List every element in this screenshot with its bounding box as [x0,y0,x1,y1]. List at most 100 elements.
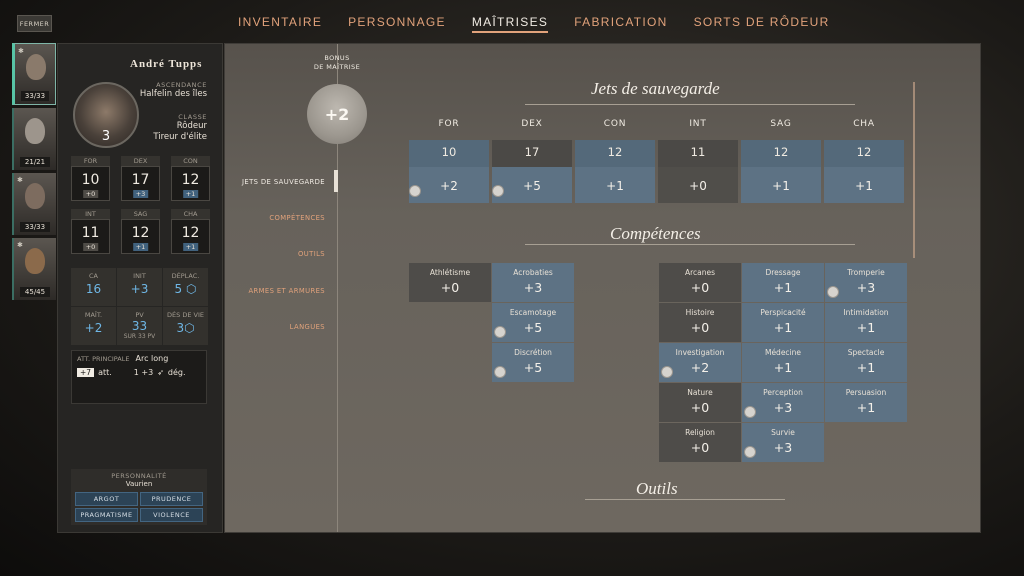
skill-name: Perception [763,388,803,397]
title-rule [525,104,855,105]
skill-religion[interactable]: Religion +0 [659,423,741,462]
main-attack[interactable]: ATT. PRINCIPALE Arc long +7 att. 1 +3 ➶ d… [71,350,207,404]
ability-score: 12 [181,172,200,188]
tab-personnage[interactable]: PERSONNAGE [335,0,459,42]
stat-init: INIT +3 [117,268,162,306]
skill-arcanes[interactable]: Arcanes +0 [659,263,741,302]
ability-mod: +1 [182,243,199,251]
proficiency-icon [409,185,421,197]
skill-name: Nature [687,388,713,397]
save-score: 17 [492,140,572,167]
section-languages[interactable]: LANGUES [290,323,325,331]
skill-escamotage[interactable]: Escamotage +5 [492,303,574,342]
save-mod: +5 [523,179,541,193]
party-portrait[interactable]: 21/21 [12,108,56,170]
skill-dressage[interactable]: Dressage +1 [742,263,824,302]
attack-label: ATT. PRINCIPALE [77,355,130,363]
stat-value: 3 [176,321,185,335]
skill-medecine[interactable]: Médecine +1 [742,343,824,382]
ability-scores: FOR 10 +0 DEX 17 +3 CON 12 +1 INT 11 +0 SAG … [71,156,211,254]
skill-perception[interactable]: Perception +3 [742,383,824,422]
personality-tag: VIOLENCE [140,508,203,522]
ability-label: CON [171,156,210,166]
ancestry-block: ASCENDANCE Halfelin des îles [140,81,207,100]
skill-value: +3 [523,280,543,295]
save-cha[interactable]: CHA 12 +1 [824,119,904,203]
skill-tromperie[interactable]: Tromperie +3 [825,263,907,302]
skill-name: Discrétion [514,348,552,357]
ability-score: 12 [181,225,200,241]
inspiration-icon: ✱ [17,241,23,249]
character-panel: André Tupps 3 ASCENDANCE Halfelin des îl… [57,43,223,533]
portrait-face [25,248,45,274]
stat-sub: SUR 33 PV [123,333,156,340]
section-tools[interactable]: OUTILS [298,250,325,258]
section-weapons[interactable]: ARMES ET ARMURES [248,287,325,295]
stat-ca: CA 16 [71,268,116,306]
stat-value: 33 [131,319,148,333]
proficiency-icon [492,185,504,197]
personality-block: PERSONNALITÉ Vaurien ARGOT PRUDENCE PRAG… [71,469,207,525]
party-portraits: ✱ 33/33 21/21 ✱ 33/33 ✱ 45/45 [12,43,56,303]
attack-bonus: +7 [77,368,95,377]
skill-survie[interactable]: Survie +3 [742,423,824,462]
skills-dex-column: Acrobaties +3 Escamotage +5 Discrétion +5 [492,263,574,383]
ability-cha: CHA 12 +1 [171,209,210,254]
combat-stats: CA 16 INIT +3 DÉPLAC. 5 ⬡ MAÎT. +2 PV 33 SUR 3… [71,268,208,345]
save-sag[interactable]: SAG 12 +1 [741,119,821,203]
skill-acrobaties[interactable]: Acrobaties +3 [492,263,574,302]
party-portrait[interactable]: ✱ 33/33 [12,173,56,235]
save-score: 12 [741,140,821,167]
save-ability: FOR [438,119,460,129]
skill-name: Escamotage [509,308,557,317]
party-portrait[interactable]: ✱ 45/45 [12,238,56,300]
ability-dex: DEX 17 +3 [121,156,160,201]
proficiencies-panel: JETS DE SAUVEGARDE COMPÉTENCES OUTILS AR… [224,43,981,533]
skill-discretion[interactable]: Discrétion +5 [492,343,574,382]
skill-intimidation[interactable]: Intimidation +1 [825,303,907,342]
skill-athletisme[interactable]: Athlétisme +0 [409,263,491,302]
save-for[interactable]: FOR 10 +2 [409,119,489,203]
skill-name: Arcanes [684,268,716,277]
save-int[interactable]: INT 11 +0 [658,119,738,203]
skill-value: +1 [773,320,793,335]
section-skills[interactable]: COMPÉTENCES [269,214,325,222]
title-rule [525,244,855,245]
tab-sorts[interactable]: SORTS DE RÔDEUR [681,0,843,42]
portrait-hp: 45/45 [20,287,50,297]
skill-nature[interactable]: Nature +0 [659,383,741,422]
class-label: CLASSE [178,113,207,121]
save-ability: DEX [521,119,543,129]
inspiration-icon: ✱ [17,176,23,184]
skill-value: +0 [690,440,710,455]
section-nav-marker [334,170,338,192]
bonus-label: DE MAÎTRISE [313,63,361,71]
tab-fabrication[interactable]: FABRICATION [561,0,680,42]
ability-mod: +1 [182,190,199,198]
skill-value: +1 [773,280,793,295]
save-dex[interactable]: DEX 17 +5 [492,119,572,203]
skill-perspicacite[interactable]: Perspicacité +1 [742,303,824,342]
stat-label: INIT [133,272,146,280]
hex-icon: ⬡ [185,282,197,296]
stat-label: DÉS DE VIE [167,311,204,319]
skill-value: +0 [690,280,710,295]
tab-inventaire[interactable]: INVENTAIRE [225,0,335,42]
tab-maitrises[interactable]: MAÎTRISES [459,0,561,42]
skill-histoire[interactable]: Histoire +0 [659,303,741,342]
party-portrait[interactable]: ✱ 33/33 [12,43,56,105]
close-button[interactable]: FERMER [17,15,52,32]
skill-spectacle[interactable]: Spectacle +1 [825,343,907,382]
proficiency-icon [661,366,673,378]
ancestry-label: ASCENDANCE [156,81,207,89]
ability-int: INT 11 +0 [71,209,110,254]
personality-tag: PRAGMATISME [75,508,138,522]
skill-name: Acrobaties [513,268,553,277]
skill-persuasion[interactable]: Persuasion +1 [825,383,907,422]
skill-investigation[interactable]: Investigation +2 [659,343,741,382]
attack-att-label: att. [98,368,112,377]
skills-cha-column: Tromperie +3 Intimidation +1 Spectacle +1 P… [825,263,907,423]
stat-hit-dice: DÉS DE VIE 3⬡ [163,307,208,345]
save-con[interactable]: CON 12 +1 [575,119,655,203]
section-saves[interactable]: JETS DE SAUVEGARDE [242,178,325,186]
